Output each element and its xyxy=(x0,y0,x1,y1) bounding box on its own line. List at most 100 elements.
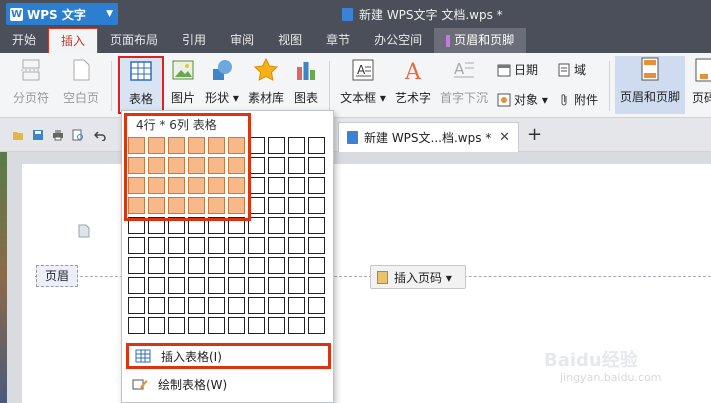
tab-view[interactable]: 视图 xyxy=(266,28,314,53)
grid-cell[interactable] xyxy=(188,277,205,294)
undo-icon[interactable] xyxy=(94,129,106,141)
grid-cell[interactable] xyxy=(308,297,325,314)
grid-cell[interactable] xyxy=(268,177,285,194)
tab-office-space[interactable]: 办公空间 xyxy=(362,28,434,53)
grid-cell[interactable] xyxy=(268,317,285,334)
grid-cell[interactable] xyxy=(308,197,325,214)
grid-cell[interactable] xyxy=(228,137,245,154)
grid-cell[interactable] xyxy=(288,217,305,234)
grid-cell[interactable] xyxy=(208,257,225,274)
grid-cell[interactable] xyxy=(208,137,225,154)
grid-cell[interactable] xyxy=(208,297,225,314)
grid-cell[interactable] xyxy=(128,257,145,274)
print-icon[interactable] xyxy=(52,129,64,141)
grid-cell[interactable] xyxy=(188,257,205,274)
grid-cell[interactable] xyxy=(268,217,285,234)
grid-cell[interactable] xyxy=(128,157,145,174)
grid-cell[interactable] xyxy=(168,137,185,154)
grid-cell[interactable] xyxy=(248,177,265,194)
grid-cell[interactable] xyxy=(308,157,325,174)
page-number-button[interactable]: 页码 xyxy=(689,57,711,106)
grid-cell[interactable] xyxy=(188,177,205,194)
grid-cell[interactable] xyxy=(148,197,165,214)
grid-cell[interactable] xyxy=(168,317,185,334)
grid-cell[interactable] xyxy=(268,277,285,294)
grid-cell[interactable] xyxy=(168,197,185,214)
attachment-button[interactable]: 附件 xyxy=(557,91,598,108)
grid-cell[interactable] xyxy=(188,237,205,254)
grid-cell[interactable] xyxy=(128,217,145,234)
insert-page-number-button[interactable]: 插入页码 ▾ xyxy=(370,265,466,289)
grid-cell[interactable] xyxy=(308,217,325,234)
grid-cell[interactable] xyxy=(148,257,165,274)
grid-cell[interactable] xyxy=(128,277,145,294)
grid-cell[interactable] xyxy=(168,217,185,234)
grid-cell[interactable] xyxy=(288,177,305,194)
tab-header-footer[interactable]: 页眉和页脚 xyxy=(434,28,527,53)
grid-cell[interactable] xyxy=(128,137,145,154)
grid-cell[interactable] xyxy=(208,217,225,234)
tab-section[interactable]: 章节 xyxy=(314,28,362,53)
grid-cell[interactable] xyxy=(188,297,205,314)
grid-cell[interactable] xyxy=(228,157,245,174)
grid-cell[interactable] xyxy=(208,197,225,214)
grid-cell[interactable] xyxy=(228,197,245,214)
grid-cell[interactable] xyxy=(308,237,325,254)
grid-cell[interactable] xyxy=(308,277,325,294)
grid-cell[interactable] xyxy=(308,317,325,334)
page-break-button[interactable]: 分页符 xyxy=(10,57,52,106)
grid-cell[interactable] xyxy=(288,297,305,314)
paragraph-marker-icon[interactable] xyxy=(77,224,91,238)
close-icon[interactable]: ✕ xyxy=(499,130,510,145)
grid-cell[interactable] xyxy=(208,317,225,334)
grid-cell[interactable] xyxy=(248,217,265,234)
grid-cell[interactable] xyxy=(248,137,265,154)
grid-cell[interactable] xyxy=(168,297,185,314)
grid-cell[interactable] xyxy=(188,157,205,174)
grid-cell[interactable] xyxy=(288,257,305,274)
grid-cell[interactable] xyxy=(268,197,285,214)
grid-cell[interactable] xyxy=(248,237,265,254)
textbox-button[interactable]: A 文本框 ▾ xyxy=(337,57,389,106)
grid-cell[interactable] xyxy=(208,177,225,194)
grid-cell[interactable] xyxy=(128,177,145,194)
grid-cell[interactable] xyxy=(308,257,325,274)
grid-cell[interactable] xyxy=(288,317,305,334)
date-button[interactable]: 日期 xyxy=(497,61,538,78)
grid-cell[interactable] xyxy=(288,157,305,174)
app-menu-button[interactable]: W WPS 文字 ▼ xyxy=(6,3,118,25)
grid-cell[interactable] xyxy=(288,237,305,254)
grid-cell[interactable] xyxy=(228,237,245,254)
grid-cell[interactable] xyxy=(248,197,265,214)
grid-cell[interactable] xyxy=(228,297,245,314)
grid-cell[interactable] xyxy=(288,137,305,154)
grid-cell[interactable] xyxy=(148,277,165,294)
chart-button[interactable]: 图表 xyxy=(290,57,322,106)
grid-cell[interactable] xyxy=(168,157,185,174)
grid-cell[interactable] xyxy=(268,157,285,174)
grid-cell[interactable] xyxy=(168,177,185,194)
grid-cell[interactable] xyxy=(128,197,145,214)
new-tab-button[interactable]: + xyxy=(527,124,542,145)
wordart-button[interactable]: A 艺术字 xyxy=(392,57,434,106)
grid-cell[interactable] xyxy=(188,317,205,334)
tab-review[interactable]: 审阅 xyxy=(218,28,266,53)
tab-page-layout[interactable]: 页面布局 xyxy=(98,28,170,53)
grid-cell[interactable] xyxy=(188,137,205,154)
blank-page-button[interactable]: 空白页 xyxy=(56,57,106,106)
grid-cell[interactable] xyxy=(268,257,285,274)
grid-cell[interactable] xyxy=(228,277,245,294)
grid-cell[interactable] xyxy=(168,257,185,274)
grid-cell[interactable] xyxy=(128,317,145,334)
grid-cell[interactable] xyxy=(168,237,185,254)
grid-cell[interactable] xyxy=(208,237,225,254)
insert-table-menu-item[interactable]: 插入表格(I) xyxy=(126,343,331,369)
grid-cell[interactable] xyxy=(148,317,165,334)
grid-cell[interactable] xyxy=(288,197,305,214)
material-library-button[interactable]: 素材库 xyxy=(246,57,286,106)
grid-cell[interactable] xyxy=(188,197,205,214)
tab-home[interactable]: 开始 xyxy=(0,28,48,53)
grid-cell[interactable] xyxy=(228,317,245,334)
grid-cell[interactable] xyxy=(128,237,145,254)
save-icon[interactable] xyxy=(32,129,44,141)
